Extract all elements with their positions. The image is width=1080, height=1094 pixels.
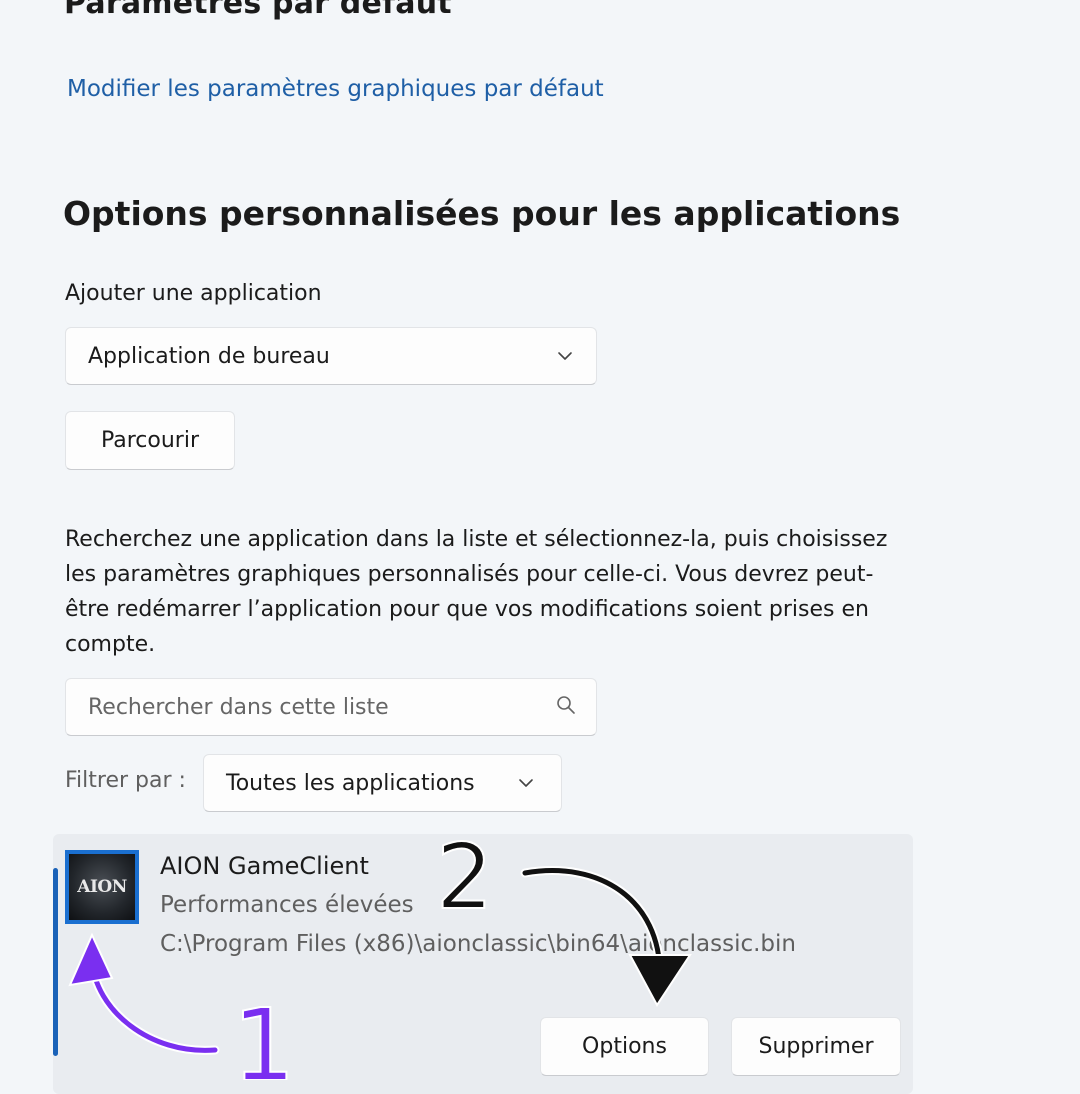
app-path: C:\Program Files (x86)\aionclassic\bin64…	[160, 931, 797, 957]
app-icon: AION	[65, 850, 139, 924]
add-app-label: Ajouter une application	[65, 281, 322, 306]
custom-options-heading: Options personnalisées pour les applicat…	[63, 194, 901, 233]
filter-selected: Toutes les applications	[226, 770, 475, 796]
app-type-dropdown[interactable]: Application de bureau	[65, 327, 597, 385]
options-button[interactable]: Options	[540, 1017, 709, 1076]
search-input[interactable]	[86, 693, 556, 721]
chevron-down-icon	[517, 774, 535, 792]
delete-button[interactable]: Supprimer	[731, 1017, 901, 1076]
filter-dropdown[interactable]: Toutes les applications	[203, 754, 562, 812]
search-box[interactable]	[65, 678, 597, 736]
search-icon[interactable]	[556, 695, 576, 719]
instructions-text: Recherchez une application dans la liste…	[65, 527, 888, 657]
app-name: AION GameClient	[160, 852, 369, 880]
browse-button[interactable]: Parcourir	[65, 411, 235, 470]
default-settings-heading: Paramètres par défaut	[64, 0, 452, 21]
filter-label: Filtrer par :	[65, 768, 186, 793]
app-performance: Performances élevées	[160, 892, 414, 918]
selection-indicator	[53, 868, 58, 1056]
modify-default-graphics-link[interactable]: Modifier les paramètres graphiques par d…	[67, 76, 604, 102]
aion-logo-icon: AION	[69, 854, 135, 920]
chevron-down-icon	[556, 347, 574, 365]
app-type-selected: Application de bureau	[88, 343, 330, 369]
